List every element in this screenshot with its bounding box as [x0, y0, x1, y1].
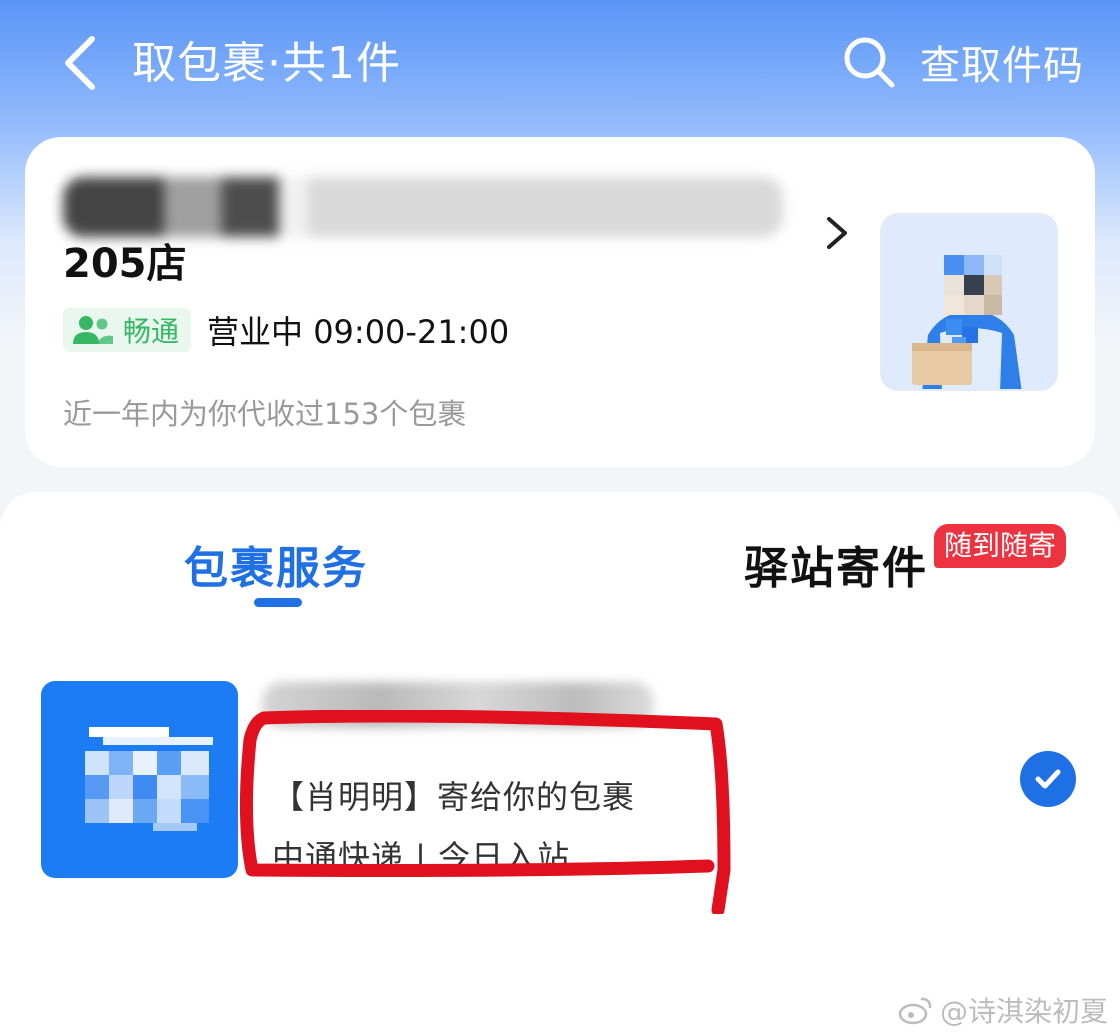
chevron-right-icon[interactable]	[817, 211, 857, 255]
parcel-panel: 包裹服务 驿站寄件 随到随寄 【肖明明】寄给你的包裹 中通快递 | 今日入站	[0, 492, 1120, 1035]
collected-count-note: 近一年内为你代收过153个包裹	[63, 397, 467, 431]
station-name-redacted	[63, 177, 783, 237]
station-name: 205店	[63, 241, 187, 287]
send-anytime-badge: 随到随寄	[934, 524, 1067, 568]
smooth-badge: 畅通	[63, 308, 192, 352]
business-hours: 营业中 09:00-21:00	[207, 313, 510, 351]
parcel-sender: 【肖明明】寄给你的包裹	[272, 778, 636, 816]
smooth-badge-label: 畅通	[123, 315, 180, 348]
parcel-courier-status: 中通快递 | 今日入站	[272, 838, 571, 876]
chevron-left-icon	[65, 36, 95, 90]
tracking-number-redacted	[262, 682, 654, 728]
watermark-text: @诗淇染初夏	[939, 995, 1108, 1028]
page-title: 取包裹·共1件	[132, 38, 401, 89]
station-card[interactable]: 205店 畅通 营业中 09:00-21:00 近一年内为你代收过153个包裹	[25, 137, 1095, 467]
parcel-list-item[interactable]: 【肖明明】寄给你的包裹 中通快递 | 今日入站	[0, 660, 1120, 914]
active-tab-indicator	[254, 598, 302, 607]
watermark: @诗淇染初夏	[898, 990, 1108, 1030]
search-pickup-code-label: 查取件码	[920, 43, 1084, 89]
tab-station-send[interactable]: 驿站寄件	[744, 532, 928, 596]
weibo-icon	[898, 997, 932, 1025]
tab-parcel-service[interactable]: 包裹服务	[184, 532, 368, 596]
station-status-row: 畅通 营业中 09:00-21:00	[63, 307, 509, 353]
check-circle-icon	[1035, 769, 1061, 789]
search-pickup-code-button[interactable]: 查取件码	[842, 32, 1084, 92]
top-bar: 取包裹·共1件 查取件码	[0, 0, 1120, 130]
back-button[interactable]	[50, 28, 110, 98]
select-checkbox[interactable]	[1020, 751, 1076, 807]
carrier-logo	[41, 681, 238, 878]
courier-avatar-image	[880, 213, 1058, 391]
users-icon	[73, 316, 113, 344]
search-icon	[844, 37, 895, 88]
